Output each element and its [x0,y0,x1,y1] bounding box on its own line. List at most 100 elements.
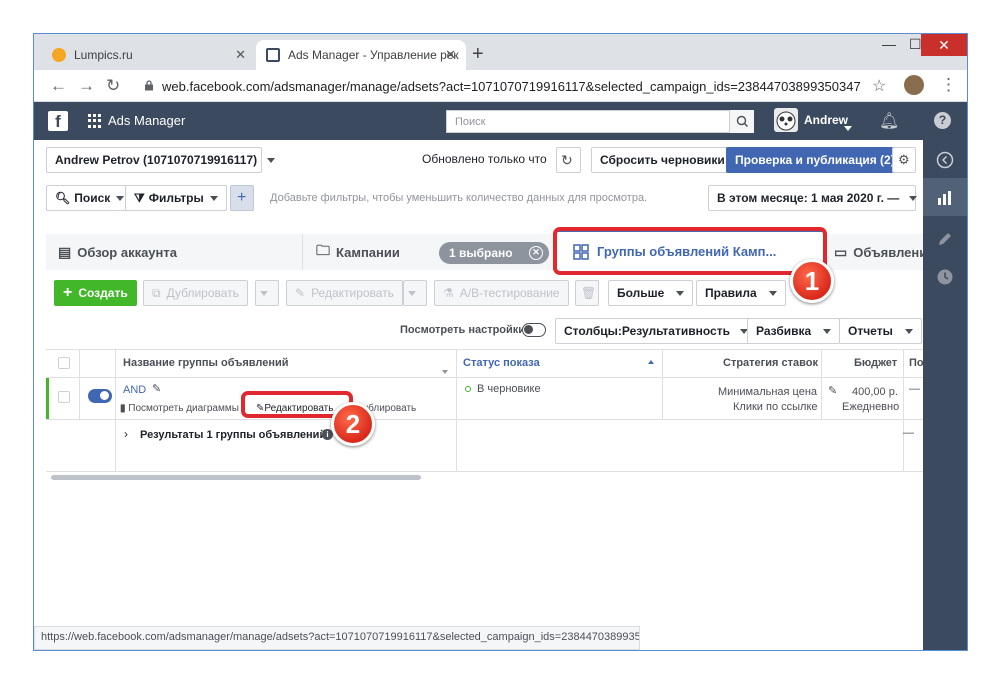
forward-arrow-icon[interactable]: → [78,76,95,96]
tab-label: Кампании [336,244,400,260]
edit-dropdown[interactable] [403,280,427,306]
summary-dash: — [903,427,914,439]
sort-up-icon[interactable] [648,360,654,364]
bid-strategy-value: Минимальная цена [718,386,818,398]
app-title[interactable]: Ads Manager [108,113,185,128]
filters-button[interactable]: ⧩ Фильтры [125,185,227,211]
chevron-right-icon[interactable]: › [124,427,128,441]
chevron-down-icon [408,290,416,296]
user-avatar[interactable] [774,108,798,132]
pencil-icon[interactable] [936,230,954,248]
search-icon[interactable] [729,110,754,133]
tab-label: Обзор аккаунта [77,244,177,260]
summary-label[interactable]: Результаты 1 группы объявлений [140,429,326,441]
delete-button[interactable]: 🗑︎ [575,280,599,306]
columns-button[interactable]: Столбцы: Результативность [555,318,757,344]
chevron-down-icon [116,195,125,201]
breakdown-button[interactable]: Разбивка [747,318,841,344]
row-border [46,419,923,420]
chevron-down-icon [909,195,918,201]
search-icon: 🔍︎ [55,191,71,205]
maximize-button[interactable]: ☐ [909,36,922,53]
view-charts-link[interactable]: ▮ Посмотреть диаграммы [120,403,239,414]
minimize-button[interactable]: — [882,36,896,52]
create-button[interactable]: + Создать [54,280,137,306]
selected-pill[interactable]: 1 выбрано ✕ [439,242,549,264]
back-arrow-icon[interactable]: ← [50,76,67,96]
pencil-icon[interactable]: ✎ [152,382,161,395]
col-header-bid-strategy[interactable]: Стратегия ставок [723,357,818,369]
chevron-down-icon [768,290,777,296]
adset-name-link[interactable]: AND [123,384,146,396]
notifications-bell-icon[interactable]: 🔔︎ [879,111,899,131]
add-filter-button[interactable]: + [230,185,254,211]
menu-dots-icon[interactable]: ⋮ [940,75,957,95]
tab-title: Lumpics.ru [74,48,133,62]
collapse-arrow-icon[interactable] [936,151,954,169]
profile-avatar[interactable] [904,75,924,95]
close-icon[interactable]: ✕ [235,47,246,63]
toggle-knob [100,391,109,400]
facebook-logo-icon[interactable]: f [48,111,68,131]
duplicate-icon: ⧉ [152,285,161,300]
col-border [903,349,904,471]
rules-button[interactable]: Правила [696,280,786,306]
col-header-name[interactable]: Название группы объявлений [123,357,289,369]
chart-bars-icon[interactable] [936,189,954,207]
new-tab-button[interactable]: + [472,43,484,66]
col-header-more[interactable]: По [909,357,924,369]
bookmark-star-icon[interactable]: ☆ [872,76,886,96]
trash-icon: 🗑︎ [581,286,597,300]
duplicate-button[interactable]: ⧉ Дублировать [143,280,248,306]
clock-icon[interactable] [936,268,954,286]
view-settings-toggle[interactable] [522,323,546,337]
reload-icon[interactable]: ↻ [106,76,120,96]
date-range-label: В этом месяце: 1 мая 2020 г. — [717,191,900,205]
tab-campaigns[interactable]: 🗀︎ Кампании [316,234,400,270]
search-button[interactable]: 🔍︎ Поиск [46,185,134,211]
search-input[interactable]: Поиск [446,110,754,133]
budget-period: Ежедневно [842,401,900,413]
row-border [46,377,923,378]
reports-button[interactable]: Отчеты [839,318,922,344]
ab-test-button[interactable]: ⚗ A/B-тестирование [434,280,569,306]
chevron-down-icon [209,195,218,201]
account-name: Andrew Petrov (1071070719916117) [55,153,258,167]
user-name[interactable]: Andrew [804,113,848,127]
url-input[interactable]: web.facebook.com/adsmanager/manage/adset… [162,79,861,94]
create-label: Создать [78,286,128,300]
row-checkbox[interactable] [58,391,70,403]
delivery-status: В черновике [477,383,541,395]
more-button[interactable]: Больше [608,280,694,306]
col-border [115,349,116,471]
duplicate-dropdown[interactable] [255,280,279,306]
chevron-down-icon[interactable] [844,118,852,136]
toggle-knob [524,325,533,334]
adsets-table: Название группы объявлений Статус показа… [46,349,924,517]
select-all-checkbox[interactable] [58,357,70,369]
reset-drafts-button[interactable]: Сбросить черновики [591,147,734,173]
settings-button[interactable]: ⚙ [892,147,916,173]
apps-grid-icon[interactable] [88,114,102,128]
edit-button[interactable]: ✎ Редактировать [286,280,403,306]
col-header-status[interactable]: Статус показа [463,357,540,369]
chevron-down-icon[interactable] [442,361,448,379]
rules-label: Правила [705,286,757,300]
account-selector[interactable]: Andrew Petrov (1071070719916117) [46,147,276,173]
date-range-selector[interactable]: В этом месяце: 1 мая 2020 г. — [708,185,918,211]
tab-ads[interactable]: ▭ Объявления [834,234,923,270]
close-icon[interactable]: ✕ [445,47,456,63]
row-border [46,471,923,472]
horizontal-scrollbar[interactable] [51,475,421,480]
help-icon[interactable]: ? [934,112,951,129]
clear-selection-icon[interactable]: ✕ [529,246,543,260]
browser-tab-ads-manager[interactable]: Ads Manager - Управление рек ✕ [256,40,466,70]
review-publish-button[interactable]: Проверка и публикация (2) [726,147,904,173]
adset-toggle[interactable] [88,389,112,403]
tab-account-overview[interactable]: ▤ Обзор аккаунта [58,234,177,270]
pencil-icon[interactable]: ✎ [828,384,837,397]
col-header-budget[interactable]: Бюджет [854,357,897,369]
window-close-button[interactable]: ✕ [921,34,967,56]
refresh-button[interactable]: ↻ [556,147,581,173]
browser-tab-lumpics[interactable]: Lumpics.ru ✕ [42,40,256,70]
